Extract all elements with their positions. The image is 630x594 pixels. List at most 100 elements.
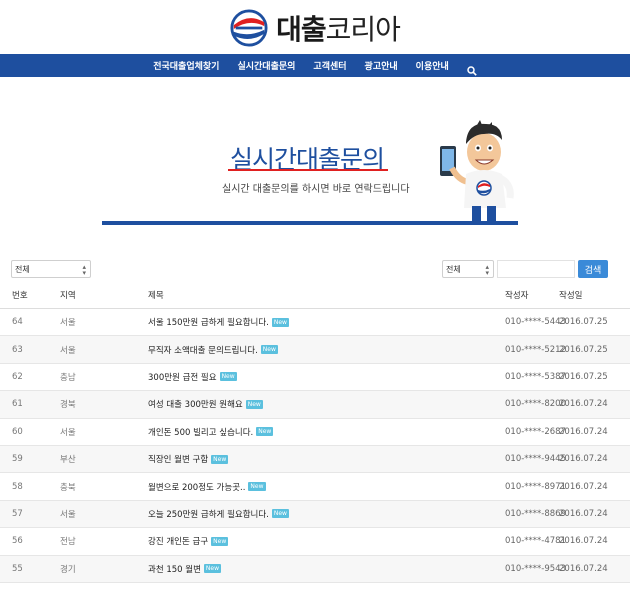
header-title: 제목 bbox=[148, 291, 164, 301]
page-subtitle: 실시간 대출문의를 하시면 바로 연락드립니다 bbox=[222, 184, 410, 195]
row-num: 58 bbox=[12, 481, 23, 492]
table-row[interactable]: 58 충북 월변으로 200정도 가능곳.. New 010-****-8971 2016… bbox=[0, 473, 630, 501]
row-author: 010-****-8971 bbox=[505, 481, 566, 492]
row-region: 경기 bbox=[60, 564, 76, 575]
new-badge: New bbox=[245, 399, 263, 409]
new-badge: New bbox=[248, 482, 266, 492]
logo-text: 대출코리아 bbox=[276, 8, 401, 48]
logo-mark-icon bbox=[230, 9, 268, 47]
new-badge: New bbox=[256, 427, 274, 437]
row-author: 010-****-5212 bbox=[505, 344, 566, 355]
row-num: 56 bbox=[12, 536, 23, 547]
table-row[interactable]: 55 경기 과천 150 월변 New 010-****-9543 2016.07.24 bbox=[0, 555, 630, 583]
nav-item-ad-info[interactable]: 광고안내 bbox=[365, 59, 398, 72]
row-region: 서울 bbox=[60, 427, 76, 438]
table-row[interactable]: 62 충남 300만원 급전 필요 New 010-****-5387 2016.07.2… bbox=[0, 364, 630, 392]
row-region: 충북 bbox=[60, 482, 76, 493]
table-row[interactable]: 59 부산 직장인 월변 구함 New 010-****-9445 2016.07.24 bbox=[0, 445, 630, 474]
row-date: 2016.07.24 bbox=[559, 481, 608, 492]
row-title-link[interactable]: 월변으로 200정도 가능곳.. New bbox=[148, 473, 266, 499]
row-title-link[interactable]: 서울 150만원 급하게 필요합니다. New bbox=[148, 309, 289, 335]
row-region: 충남 bbox=[60, 372, 76, 383]
search-icon[interactable] bbox=[467, 61, 477, 76]
table-row[interactable]: 64 서울 서울 150만원 급하게 필요합니다. New 010-****-5443 2… bbox=[0, 309, 630, 337]
logo-text-bold: 대출 bbox=[276, 13, 327, 46]
site-logo[interactable]: 대출코리아 bbox=[0, 6, 630, 50]
row-num: 63 bbox=[12, 344, 23, 355]
row-title-link[interactable]: 직장인 월변 구함 New bbox=[148, 446, 229, 472]
nav-item-usage-guide[interactable]: 이용안내 bbox=[416, 59, 449, 72]
row-author: 010-****-9445 bbox=[505, 454, 566, 465]
hero-divider-bar bbox=[102, 221, 518, 225]
row-date: 2016.07.24 bbox=[559, 454, 608, 465]
row-title-text: 무직자 소액대출 문의드립니다. bbox=[148, 345, 258, 356]
row-title-link[interactable]: 오늘 250만원 급하게 필요합니다. New bbox=[148, 501, 289, 527]
table-row[interactable]: 63 서울 무직자 소액대출 문의드립니다. New 010-****-5212 2016… bbox=[0, 336, 630, 364]
main-nav: 전국대출업체찾기 실시간대출문의 고객센터 광고안내 이용안내 bbox=[0, 54, 630, 77]
row-title-text: 여성 대출 300만원 원해요 bbox=[148, 400, 243, 411]
row-date: 2016.07.24 bbox=[559, 563, 608, 574]
search-field-select[interactable]: 전체 ▴ ▾ bbox=[442, 260, 494, 278]
new-badge: New bbox=[219, 372, 237, 382]
inquiry-table: 번호 지역 제목 작성자 작성일 64 서울 서울 150만원 급하게 필요합니다.… bbox=[0, 282, 630, 583]
header-num: 번호 bbox=[12, 291, 28, 301]
row-num: 60 bbox=[12, 426, 23, 437]
search-button[interactable]: 검색 bbox=[578, 260, 608, 278]
row-num: 55 bbox=[12, 563, 23, 574]
row-title-text: 강진 개인돈 급구 bbox=[148, 537, 209, 548]
nav-item-customer-center[interactable]: 고객센터 bbox=[313, 59, 346, 72]
new-badge: New bbox=[271, 509, 289, 519]
header-author: 작성자 bbox=[505, 291, 529, 301]
nav-item-find-lenders[interactable]: 전국대출업체찾기 bbox=[153, 59, 219, 72]
row-num: 57 bbox=[12, 508, 23, 519]
row-region: 전남 bbox=[60, 537, 76, 548]
row-title-link[interactable]: 과천 150 월변 New bbox=[148, 556, 222, 582]
row-date: 2016.07.25 bbox=[559, 344, 608, 355]
row-author: 010-****-8869 bbox=[505, 508, 566, 519]
table-row[interactable]: 60 서울 개인돈 500 빌리고 싶습니다. New 010-****-2687 201… bbox=[0, 419, 630, 446]
row-title-link[interactable]: 여성 대출 300만원 원해요 New bbox=[148, 391, 263, 417]
header-date: 작성일 bbox=[559, 291, 583, 301]
new-badge: New bbox=[211, 536, 229, 546]
row-date: 2016.07.24 bbox=[559, 536, 608, 547]
row-region: 서울 bbox=[60, 345, 76, 356]
table-row[interactable]: 56 전남 강진 개인돈 급구 New 010-****-4781 2016.07.24 bbox=[0, 528, 630, 556]
new-badge: New bbox=[260, 345, 278, 355]
row-title-text: 300만원 급전 필요 bbox=[148, 372, 217, 383]
row-region: 서울 bbox=[60, 509, 76, 520]
nav-item-realtime-inquiry[interactable]: 실시간대출문의 bbox=[237, 59, 295, 72]
region-select-value: 전체 bbox=[15, 264, 30, 274]
new-badge: New bbox=[211, 454, 229, 464]
row-title-text: 오늘 250만원 급하게 필요합니다. bbox=[148, 509, 269, 520]
row-region: 경북 bbox=[60, 400, 76, 411]
row-title-link[interactable]: 무직자 소액대출 문의드립니다. New bbox=[148, 336, 278, 362]
table-row[interactable]: 57 서울 오늘 250만원 급하게 필요합니다. New 010-****-8869 2… bbox=[0, 500, 630, 529]
row-num: 64 bbox=[12, 317, 23, 328]
region-select[interactable]: 전체 ▴ ▾ bbox=[11, 260, 91, 278]
row-title-text: 과천 150 월변 bbox=[148, 564, 201, 575]
row-author: 010-****-5387 bbox=[505, 371, 566, 382]
select-caret-icon: ▴ ▾ bbox=[82, 263, 86, 277]
row-title-text: 서울 150만원 급하게 필요합니다. bbox=[148, 318, 269, 329]
title-underline bbox=[228, 169, 388, 171]
new-badge: New bbox=[271, 317, 289, 327]
search-input[interactable] bbox=[497, 260, 575, 278]
row-region: 부산 bbox=[60, 455, 76, 466]
row-author: 010-****-4781 bbox=[505, 536, 566, 547]
row-author: 010-****-2687 bbox=[505, 426, 566, 437]
mascot-illustration-icon bbox=[440, 120, 514, 222]
select-caret-icon: ▴ ▾ bbox=[485, 263, 489, 277]
row-author: 010-****-5443 bbox=[505, 317, 566, 328]
row-num: 61 bbox=[12, 399, 23, 410]
row-author: 010-****-8200 bbox=[505, 399, 566, 410]
row-num: 59 bbox=[12, 454, 23, 465]
row-title-link[interactable]: 300만원 급전 필요 New bbox=[148, 364, 237, 390]
table-row[interactable]: 61 경북 여성 대출 300만원 원해요 New 010-****-8200 2016.… bbox=[0, 391, 630, 419]
row-title-link[interactable]: 강진 개인돈 급구 New bbox=[148, 528, 229, 554]
row-title-link[interactable]: 개인돈 500 빌리고 싶습니다. New bbox=[148, 419, 274, 445]
header-region: 지역 bbox=[60, 291, 76, 301]
logo-text-rest: 코리아 bbox=[325, 13, 401, 46]
row-title-text: 개인돈 500 빌리고 싶습니다. bbox=[148, 427, 254, 438]
table-header-row: 번호 지역 제목 작성자 작성일 bbox=[0, 282, 630, 309]
row-date: 2016.07.25 bbox=[559, 371, 608, 382]
